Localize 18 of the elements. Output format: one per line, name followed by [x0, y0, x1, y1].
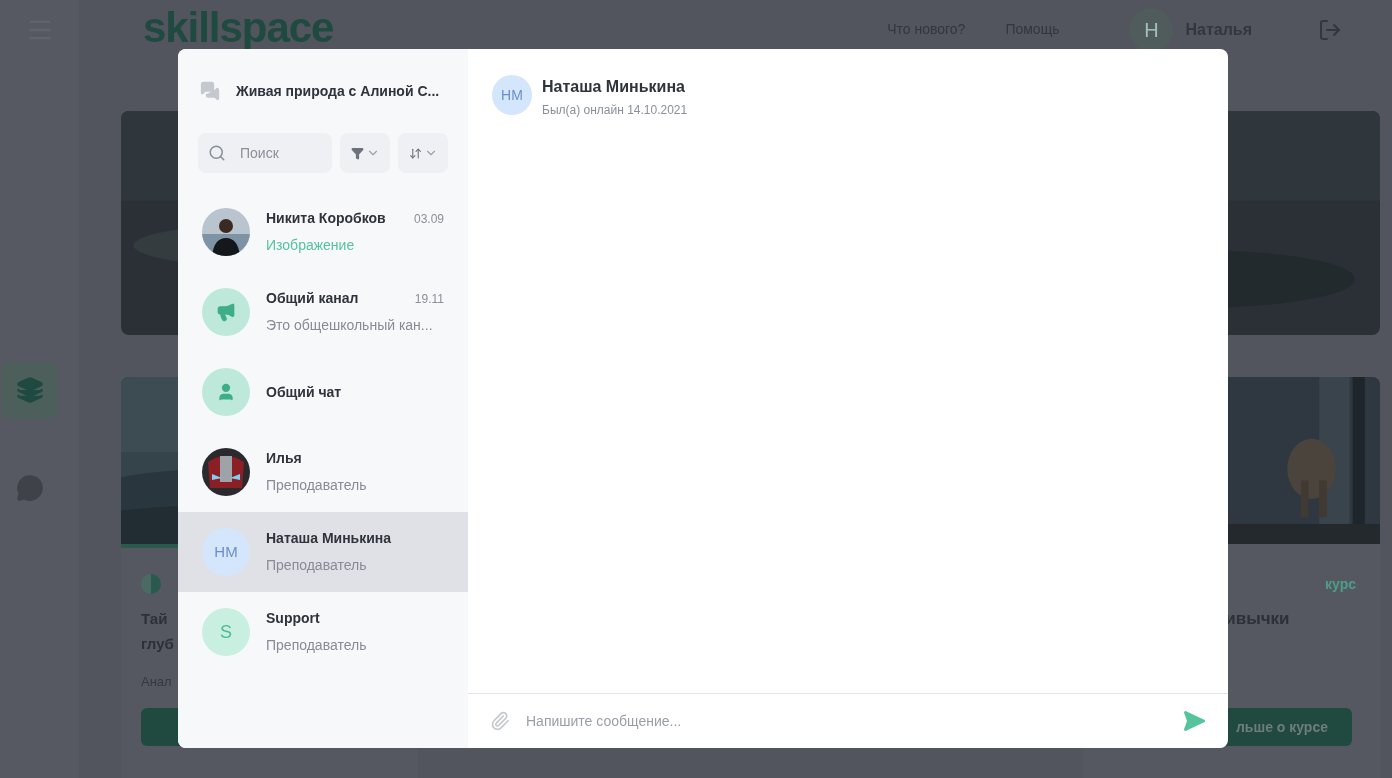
initials-avatar: S: [202, 608, 250, 656]
chat-preview: Преподаватель: [266, 636, 368, 655]
chat-icon[interactable]: [15, 474, 44, 502]
contact-avatar: НМ: [492, 75, 532, 115]
chat-list-item[interactable]: S Support Преподаватель: [178, 592, 468, 672]
chat-bubbles-icon: [200, 81, 220, 101]
user-avatar[interactable]: Н: [1129, 7, 1174, 52]
layers-icon: [15, 376, 44, 404]
send-icon[interactable]: [1182, 709, 1206, 733]
school-title: Живая природа с Алиной С...: [236, 81, 440, 101]
paperclip-icon[interactable]: [490, 711, 510, 731]
logout-icon[interactable]: [1318, 17, 1342, 42]
chat-name: Support: [266, 609, 320, 628]
chat-preview: Преподаватель: [266, 556, 368, 575]
course-tag: курс: [1325, 573, 1356, 595]
contact-name: Наташа Минькина: [542, 77, 686, 97]
progress-icon: [141, 574, 161, 594]
courses-nav-button[interactable]: [1, 362, 58, 418]
